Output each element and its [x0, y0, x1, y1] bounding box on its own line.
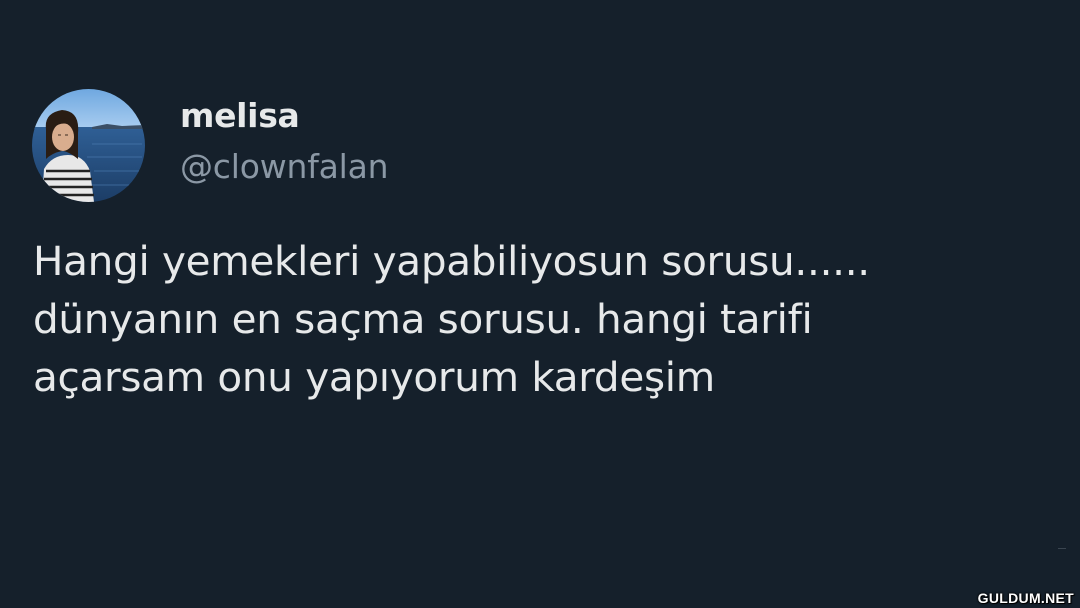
user-handle[interactable]: @clownfalan — [180, 147, 389, 186]
display-name[interactable]: melisa — [180, 96, 300, 135]
tweet-card: melisa @clownfalan Hangi yemekleri yapab… — [0, 0, 1080, 608]
avatar-photo — [32, 89, 145, 202]
avatar[interactable] — [32, 89, 145, 202]
tweet-text-line: Hangi yemekleri yapabiliyosun sorusu....… — [33, 237, 870, 285]
divider-mark — [1058, 548, 1066, 549]
tweet-text: Hangi yemekleri yapabiliyosun sorusu....… — [33, 232, 1033, 406]
watermark: GULDUM.NET — [977, 590, 1074, 606]
tweet-text-line: dünyanın en saçma sorusu. hangi tarifi — [33, 295, 813, 343]
tweet-text-line: açarsam onu yapıyorum kardeşim — [33, 353, 715, 401]
